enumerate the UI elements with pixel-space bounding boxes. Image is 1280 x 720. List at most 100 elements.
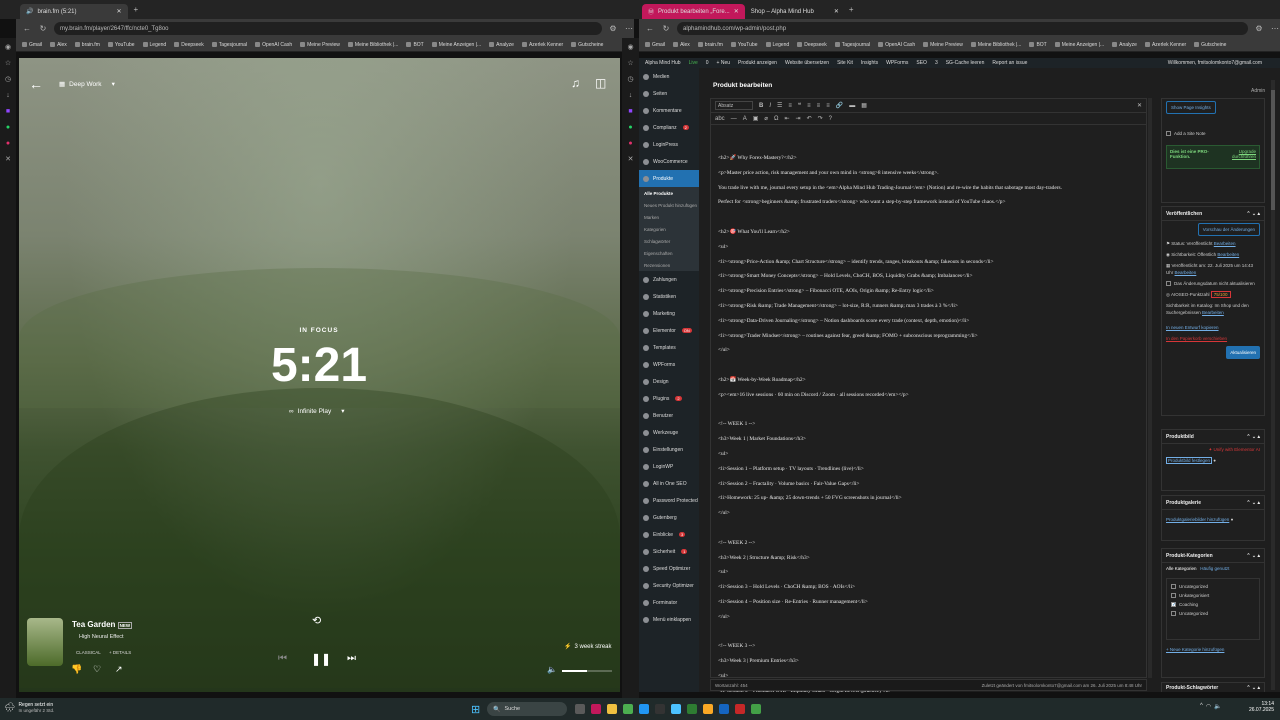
close-icon[interactable]: ✕: [834, 8, 839, 15]
submenu-item[interactable]: Eigenschaften: [639, 247, 699, 259]
bookmark-item[interactable]: Legend: [765, 42, 789, 48]
menu-icon[interactable]: ⋯: [624, 24, 634, 33]
bookmark-item[interactable]: brain.fm: [74, 42, 100, 48]
sidebar-history-icon[interactable]: ◷: [4, 76, 12, 84]
sidebar-apps-icon[interactable]: ◉: [627, 44, 635, 52]
outdent-icon[interactable]: ⇤: [785, 115, 790, 122]
bookmark-item[interactable]: Azerlek Kenner: [521, 42, 563, 48]
published-edit-link[interactable]: Bearbeiten: [1175, 270, 1197, 275]
bookmark-item[interactable]: brain.fm: [697, 42, 723, 48]
mode-selector[interactable]: ▦ Deep Work ▾: [59, 80, 115, 89]
close-icon[interactable]: ✕: [734, 8, 739, 15]
update-date-checkbox[interactable]: [1166, 281, 1171, 287]
bookmark-item[interactable]: YouTube: [730, 42, 758, 48]
sidebar-whatsapp-icon[interactable]: ●: [4, 124, 12, 132]
menu-item-security-optimizer[interactable]: Security Optimizer: [639, 577, 699, 594]
box-controls-icon[interactable]: ⌃ ⌄ ▴: [1246, 211, 1260, 217]
tab-popular-categories[interactable]: Häufig genutzt: [1200, 566, 1229, 571]
bullet-list-icon[interactable]: ☰: [777, 102, 782, 109]
menu-item-sicherheit[interactable]: Sicherheit 1: [639, 543, 699, 560]
taskbar-app-icon[interactable]: [703, 704, 713, 714]
chevron-up-icon[interactable]: ^: [1200, 703, 1203, 710]
format-select[interactable]: Absatz: [715, 101, 753, 110]
details-link[interactable]: + DETAILS: [109, 650, 131, 655]
taskbar-app-icon[interactable]: [575, 704, 585, 714]
bookmark-item[interactable]: Gutscheine: [1194, 42, 1226, 48]
bookmark-item[interactable]: Gutscheine: [571, 42, 603, 48]
taskbar-app-icon[interactable]: [751, 704, 761, 714]
bookmark-item[interactable]: Alex: [673, 42, 690, 48]
bookmark-item[interactable]: Azerlek Kenner: [1144, 42, 1186, 48]
menu-item-kommentare[interactable]: Kommentare: [639, 102, 699, 119]
clear-format-icon[interactable]: ⌀: [764, 115, 768, 122]
link-icon[interactable]: 🔗: [836, 102, 843, 109]
sidebar-toggle-icon[interactable]: ◫: [595, 76, 606, 90]
box-controls-icon[interactable]: ⌃ ⌄ ▴: [1246, 434, 1260, 440]
new-tab-button[interactable]: +: [134, 5, 139, 14]
bookmark-item[interactable]: Legend: [142, 42, 166, 48]
adminbar-item[interactable]: Insights: [861, 60, 878, 66]
menu-item-forminator[interactable]: Forminator: [639, 594, 699, 611]
menu-item-benutzer[interactable]: Benutzer: [639, 407, 699, 424]
close-icon[interactable]: ✕: [117, 8, 122, 15]
bookmark-item[interactable]: Tagesjournal: [834, 42, 870, 48]
sidebar-download-icon[interactable]: ↓: [627, 92, 635, 100]
taskbar-app-icon[interactable]: [607, 704, 617, 714]
menu-item-password-protected[interactable]: Password Protected: [639, 492, 699, 509]
hr-icon[interactable]: —: [731, 116, 737, 122]
sidebar-twitch-icon[interactable]: ■: [4, 108, 12, 116]
submenu-item[interactable]: Kategorien: [639, 223, 699, 235]
thumbs-down-icon[interactable]: 👎: [71, 664, 82, 675]
sidebar-whatsapp-icon[interactable]: ●: [627, 124, 635, 132]
address-field[interactable]: my.brain.fm/player/2647/ffc/ncte0_Tg8oo: [54, 22, 602, 35]
bookmark-item[interactable]: Meine Preview: [300, 42, 340, 48]
volume-slider[interactable]: [562, 670, 612, 672]
box-controls-icon[interactable]: ⌃ ⌄ ▴: [1246, 553, 1260, 559]
quote-icon[interactable]: ❝: [798, 102, 801, 109]
trash-link[interactable]: In den Papierkorb verschieben: [1166, 335, 1227, 342]
bold-icon[interactable]: B: [759, 103, 763, 109]
category-checkbox[interactable]: [1171, 584, 1176, 590]
help-icon[interactable]: ●: [1213, 458, 1216, 463]
submenu-item[interactable]: Marken: [639, 211, 699, 223]
adminbar-item[interactable]: 3: [935, 60, 938, 66]
undo-icon[interactable]: ↶: [807, 115, 812, 122]
menu-item-einstellungen[interactable]: Einstellungen: [639, 441, 699, 458]
heart-icon[interactable]: ♡: [93, 664, 101, 675]
bookmark-item[interactable]: Meine Bibliothek |...: [347, 42, 398, 48]
sidebar-x-icon[interactable]: ✕: [627, 156, 635, 164]
menu-item-all-in-one-seo[interactable]: All in One SEO: [639, 475, 699, 492]
adminbar-item[interactable]: Site Kit: [837, 60, 853, 66]
bookmark-item[interactable]: Gmail: [22, 42, 42, 48]
taskbar-app-icon[interactable]: [687, 704, 697, 714]
site-note-checkbox[interactable]: [1166, 131, 1171, 137]
copy-draft-link[interactable]: In neuen Entwurf kopieren: [1166, 325, 1219, 330]
adminbar-item[interactable]: Alpha Mind Hub: [645, 60, 681, 66]
bookmark-item[interactable]: Meine Anzeigen |...: [431, 42, 481, 48]
start-icon[interactable]: ⊞: [471, 703, 480, 716]
category-checkbox[interactable]: [1171, 593, 1176, 599]
submenu-item[interactable]: Rezensionen: [639, 259, 699, 271]
sidebar-instagram-icon[interactable]: ●: [627, 140, 635, 148]
gallery-add-link[interactable]: Produktgaleriebilder hinzufügen: [1166, 517, 1229, 522]
bookmark-item[interactable]: Deepseek: [174, 42, 204, 48]
catalog-edit-link[interactable]: Bearbeiten: [1202, 310, 1224, 315]
taskbar-app-icon[interactable]: [671, 704, 681, 714]
reload-icon[interactable]: ↻: [38, 24, 48, 33]
adminbar-item[interactable]: + Neu: [717, 60, 730, 66]
submenu-item[interactable]: Schlagwörter: [639, 235, 699, 247]
back-icon[interactable]: ←: [645, 24, 655, 33]
adminbar-item[interactable]: 0: [706, 60, 709, 66]
menu-item-seiten[interactable]: Seiten: [639, 85, 699, 102]
more-icon[interactable]: ▬: [849, 103, 855, 109]
adminbar-item[interactable]: SG-Cache leeren: [946, 60, 985, 66]
preview-changes-button[interactable]: Vorschau der Änderungen: [1197, 223, 1260, 236]
right-tab-product[interactable]: Ⓦ Produkt bearbeiten „Fore... ✕: [642, 4, 745, 19]
menu-item-complianz[interactable]: Complianz 2: [639, 119, 699, 136]
text-color-icon[interactable]: A: [743, 116, 747, 122]
align-left-icon[interactable]: ≡: [807, 103, 811, 109]
menu-item-loginwp[interactable]: LoginWP: [639, 458, 699, 475]
fullscreen-close-icon[interactable]: ✕: [1137, 102, 1142, 109]
bookmark-item[interactable]: BOT: [1029, 42, 1047, 48]
category-checkbox[interactable]: ✓: [1171, 602, 1176, 608]
